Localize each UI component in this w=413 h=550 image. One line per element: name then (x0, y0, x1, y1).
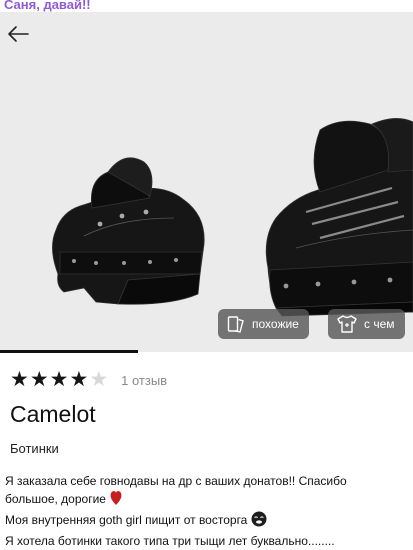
top-caption: Саня, давай!! (4, 0, 91, 12)
kiss-face-emoji (251, 511, 267, 532)
right-boot (265, 118, 413, 317)
pair-with-button[interactable]: с чем (328, 309, 405, 339)
boots-photo (52, 118, 413, 317)
pair-with-label: с чем (364, 317, 395, 331)
shirt-icon (337, 315, 357, 333)
star-empty-icon: ★ (89, 368, 109, 391)
reviews-link[interactable]: 1 отзыв (121, 373, 167, 388)
product-image[interactable]: похожие с чем (0, 12, 413, 352)
cards-icon (227, 316, 244, 333)
message-line-with-heart: большое, дорогие (5, 490, 409, 511)
star-icon: ★ (29, 368, 49, 391)
message-line: Я заказала себе говнодавы на др с ваших … (5, 474, 347, 488)
gallery-progress (0, 350, 138, 353)
message-text: Я заказала себе говнодавы на др с ваших … (5, 472, 409, 550)
message-line: большое, дорогие (5, 492, 106, 506)
message-line: Я хотела ботинки такого типа три тыщи ле… (5, 534, 335, 548)
rating-row: ★ ★ ★ ★ ★ 1 отзыв (10, 368, 167, 391)
star-icon: ★ (69, 368, 89, 391)
star-icon: ★ (49, 368, 69, 391)
similar-button[interactable]: похожие (218, 309, 309, 339)
similar-label: похожие (252, 317, 299, 331)
message-line-with-face: Моя внутренняя goth girl пищит от востор… (5, 511, 409, 532)
product-title: Camelot (10, 401, 96, 427)
red-heart-emoji (110, 490, 122, 511)
star-icon: ★ (10, 368, 29, 391)
product-category: Ботинки (10, 441, 59, 456)
message-line: Моя внутренняя goth girl пищит от востор… (5, 513, 248, 527)
left-boot (52, 157, 205, 305)
